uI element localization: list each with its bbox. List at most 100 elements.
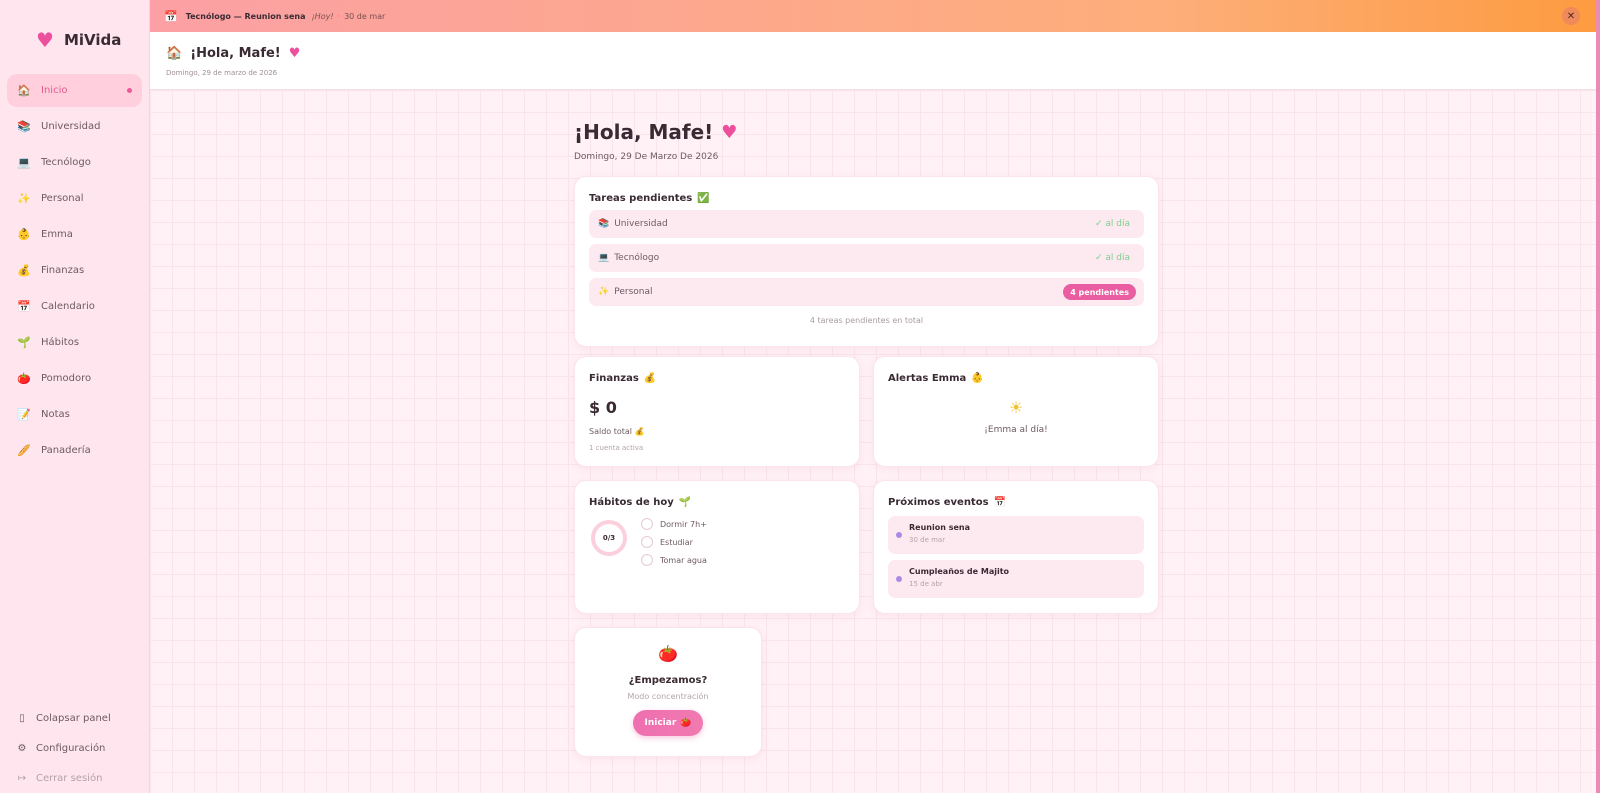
tasks-title: Tareas pendientes ✅ bbox=[589, 193, 1144, 204]
sidebar-item-tecnologo[interactable]: 💻 Tecnólogo bbox=[7, 146, 142, 179]
start-button-label: Iniciar bbox=[644, 718, 677, 728]
close-icon: ✕ bbox=[1566, 10, 1576, 22]
sidebar-item-label: Universidad bbox=[41, 121, 101, 132]
tomato-icon: 🍅 bbox=[680, 718, 692, 728]
sidebar-item-habitos[interactable]: 🌱 Hábitos bbox=[7, 326, 142, 359]
settings-button[interactable]: ⚙ Configuración bbox=[0, 733, 150, 763]
greeting-title-text: ¡Hola, Mafe! bbox=[574, 120, 714, 144]
pomodoro-card: 🍅 ¿Empezamos? Modo concentración Iniciar… bbox=[574, 627, 762, 757]
event-name: Cumpleaños de Majito bbox=[909, 567, 1010, 576]
habits-title: Hábitos de hoy 🌱 bbox=[589, 497, 845, 508]
task-row-tecnologo[interactable]: 💻 Tecnólogo ✓ al día bbox=[589, 244, 1144, 272]
event-date: 15 de abr bbox=[909, 580, 943, 588]
main-content: ¡Hola, Mafe! ♥ Domingo, 29 De Marzo De 2… bbox=[150, 90, 1600, 793]
sidebar-item-label: Pomodoro bbox=[41, 373, 92, 384]
sparkles-icon: ✨ bbox=[17, 192, 31, 205]
page-header: 🏠 ¡Hola, Mafe! ♥ Domingo, 29 de marzo de… bbox=[150, 32, 1600, 90]
balance-label-text: Saldo total bbox=[589, 427, 633, 436]
task-row-universidad[interactable]: 📚 Universidad ✓ al día bbox=[589, 210, 1144, 238]
task-status: ✓ al día bbox=[1094, 253, 1130, 263]
sidebar-item-label: Inicio bbox=[41, 85, 68, 96]
brand[interactable]: ♥ MiVida bbox=[0, 0, 149, 60]
baby-icon: 👶 bbox=[971, 373, 984, 384]
task-row-label: Personal bbox=[614, 287, 653, 297]
pomodoro-mode: Modo concentración bbox=[627, 692, 709, 701]
check-icon: ✅ bbox=[697, 193, 710, 204]
habits-body: 0/3 Dormir 7h+ Estudiar Tomar agua bbox=[589, 518, 845, 566]
sidebar-item-label: Panadería bbox=[41, 445, 91, 456]
habit-checkbox[interactable] bbox=[641, 536, 653, 548]
pending-badge: 4 pendientes bbox=[1063, 284, 1136, 300]
banner-separator: · bbox=[337, 11, 341, 21]
habit-item[interactable]: Dormir 7h+ bbox=[641, 518, 707, 530]
sidebar: ♥ MiVida 🏠 Inicio 📚 Universidad 💻 Tecnól… bbox=[0, 0, 150, 793]
sidebar-item-notas[interactable]: 📝 Notas bbox=[7, 398, 142, 431]
event-item[interactable]: Cumpleaños de Majito 15 de abr bbox=[888, 560, 1144, 598]
task-row-label: Universidad bbox=[614, 219, 668, 229]
habit-item[interactable]: Tomar agua bbox=[641, 554, 707, 566]
task-status: ✓ al día bbox=[1094, 219, 1130, 229]
sidebar-item-inicio[interactable]: 🏠 Inicio bbox=[7, 74, 142, 107]
pomodoro-question: ¿Empezamos? bbox=[628, 675, 708, 686]
heart-icon: ♥ bbox=[36, 28, 54, 52]
panel-icon: ▯ bbox=[19, 712, 25, 724]
finance-card[interactable]: Finanzas 💰 $ 0 Saldo total 💰 1 cuenta ac… bbox=[574, 356, 860, 467]
tomato-icon: 🍅 bbox=[17, 372, 31, 385]
finance-title-text: Finanzas bbox=[589, 373, 639, 384]
heart-icon: ♥ bbox=[721, 121, 738, 143]
calendar-icon: 📅 bbox=[17, 300, 31, 313]
task-row-personal[interactable]: ✨ Personal 4 pendientes bbox=[589, 278, 1144, 306]
sidebar-item-panaderia[interactable]: 🥖 Panadería bbox=[7, 434, 142, 467]
emma-alerts-card[interactable]: Alertas Emma 👶 ☀ ¡Emma al día! bbox=[873, 356, 1159, 467]
tasks-card: Tareas pendientes ✅ 📚 Universidad ✓ al d… bbox=[574, 176, 1159, 347]
sidebar-item-label: Hábitos bbox=[41, 337, 80, 348]
seedling-icon: 🌱 bbox=[678, 497, 692, 508]
bread-icon: 🥖 bbox=[17, 444, 31, 457]
habits-progress-ring: 0/3 bbox=[591, 520, 627, 556]
scrollbar[interactable] bbox=[1596, 0, 1600, 793]
events-card: Próximos eventos 📅 Reunion sena 30 de ma… bbox=[873, 480, 1159, 614]
sidebar-item-finanzas[interactable]: 💰 Finanzas bbox=[7, 254, 142, 287]
close-banner-button[interactable]: ✕ bbox=[1562, 7, 1580, 25]
event-banner: 📅 Tecnólogo — Reunion sena ¡Hoy! · 30 de… bbox=[150, 0, 1600, 32]
sidebar-item-label: Tecnólogo bbox=[41, 157, 91, 168]
habit-checkbox[interactable] bbox=[641, 518, 653, 530]
logout-icon: ↦ bbox=[17, 772, 27, 784]
money-bag-icon: 💰 bbox=[643, 373, 657, 384]
sidebar-item-emma[interactable]: 👶 Emma bbox=[7, 218, 142, 251]
habit-label: Tomar agua bbox=[660, 555, 707, 565]
baby-icon: 👶 bbox=[17, 228, 31, 241]
logout-button[interactable]: ↦ Cerrar sesión bbox=[0, 763, 150, 793]
habit-label: Estudiar bbox=[660, 537, 693, 547]
task-row-label: Tecnólogo bbox=[614, 253, 660, 263]
habit-item[interactable]: Estudiar bbox=[641, 536, 707, 548]
events-title-text: Próximos eventos bbox=[888, 497, 989, 508]
books-icon: 📚 bbox=[598, 219, 610, 229]
page-title: 🏠 ¡Hola, Mafe! ♥ bbox=[166, 46, 1600, 61]
event-item[interactable]: Reunion sena 30 de mar bbox=[888, 516, 1144, 554]
start-pomodoro-button[interactable]: Iniciar 🍅 bbox=[633, 710, 703, 736]
calendar-icon: 📅 bbox=[164, 9, 178, 23]
house-icon: 🏠 bbox=[17, 84, 31, 97]
active-indicator-dot bbox=[127, 88, 132, 93]
habits-title-text: Hábitos de hoy bbox=[589, 497, 674, 508]
memo-icon: 📝 bbox=[17, 408, 31, 421]
collapse-panel-button[interactable]: ▯ Colapsar panel bbox=[0, 703, 150, 733]
emma-message: ¡Emma al día! bbox=[984, 425, 1048, 435]
tasks-total: 4 tareas pendientes en total bbox=[809, 316, 924, 325]
laptop-icon: 💻 bbox=[17, 156, 31, 169]
habit-checkbox[interactable] bbox=[641, 554, 653, 566]
sidebar-item-universidad[interactable]: 📚 Universidad bbox=[7, 110, 142, 143]
accounts-count: 1 cuenta activa bbox=[589, 444, 644, 452]
banner-title: Tecnólogo — Reunion sena bbox=[185, 11, 306, 21]
money-bag-icon: 💰 bbox=[17, 264, 31, 277]
sidebar-item-label: Notas bbox=[41, 409, 70, 420]
greeting-title: ¡Hola, Mafe! ♥ bbox=[574, 120, 737, 144]
sidebar-item-label: Personal bbox=[41, 193, 84, 204]
sidebar-item-personal[interactable]: ✨ Personal bbox=[7, 182, 142, 215]
sun-icon: ☀ bbox=[1008, 398, 1024, 417]
sidebar-item-calendario[interactable]: 📅 Calendario bbox=[7, 290, 142, 323]
page-title-text: ¡Hola, Mafe! bbox=[190, 46, 281, 61]
sidebar-item-pomodoro[interactable]: 🍅 Pomodoro bbox=[7, 362, 142, 395]
event-dot bbox=[896, 532, 902, 538]
